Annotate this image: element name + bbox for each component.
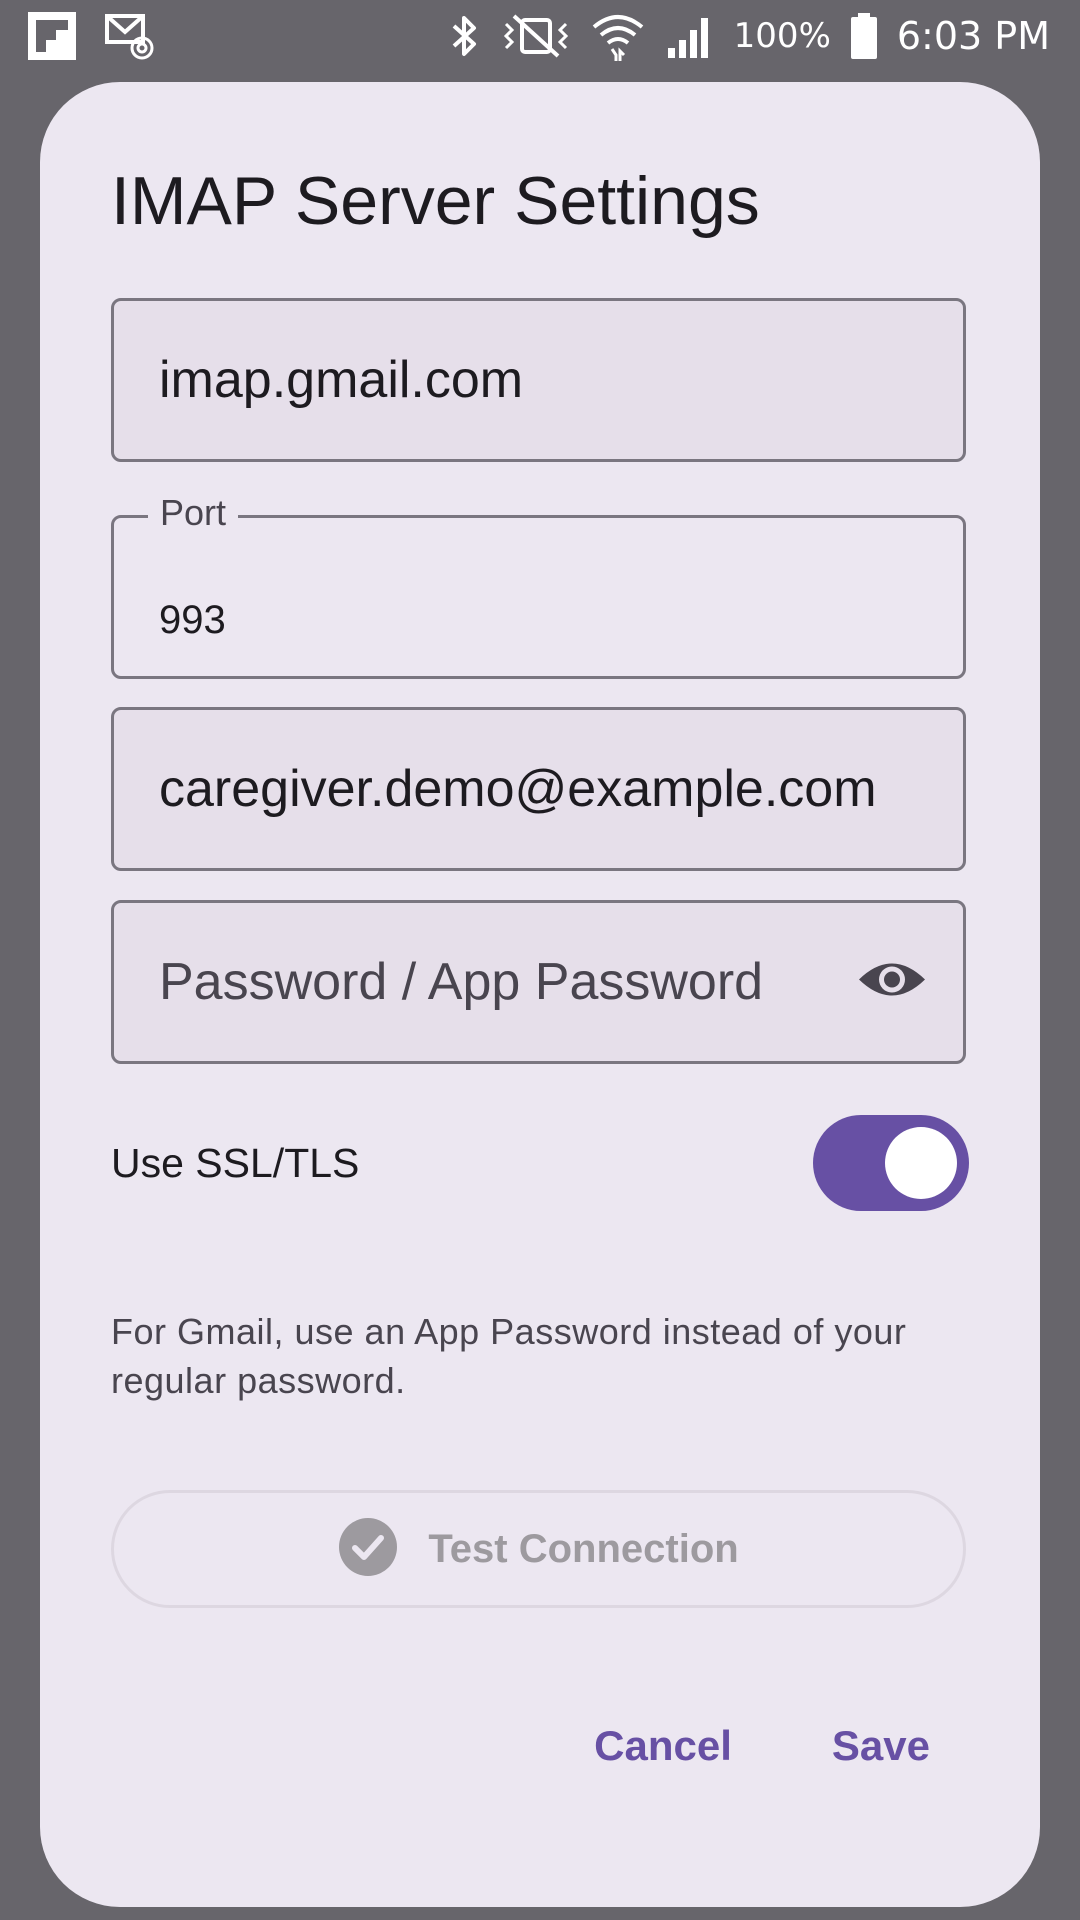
wifi-icon [590, 11, 646, 61]
gmail-hint: For Gmail, use an App Password instead o… [111, 1311, 907, 1401]
toggle-knob [885, 1127, 957, 1199]
port-field-value: 993 [159, 598, 226, 642]
username-field[interactable]: caregiver.demo@example.com [111, 707, 966, 871]
save-button[interactable]: Save [832, 1722, 930, 1770]
vibrate-muted-icon [500, 12, 572, 60]
dialog-title: IMAP Server Settings [111, 163, 760, 239]
email-at-icon [104, 10, 156, 62]
test-connection-label: Test Connection [428, 1526, 739, 1571]
battery-icon [849, 11, 879, 61]
cancel-button[interactable]: Cancel [594, 1722, 732, 1770]
username-field-value: caregiver.demo@example.com [159, 760, 877, 818]
password-field-placeholder: Password / App Password [159, 953, 764, 1011]
eye-icon[interactable] [857, 956, 927, 1009]
status-bar: 100% 6:03 PM [0, 0, 1080, 72]
signal-icon [664, 12, 716, 60]
imap-settings-dialog: IMAP Server Settings imap.gmail.com Port… [40, 82, 1040, 1907]
flipboard-icon [26, 10, 78, 62]
password-field[interactable]: Password / App Password [111, 900, 966, 1064]
ssl-toggle-label: Use SSL/TLS [111, 1140, 360, 1186]
ssl-toggle[interactable] [813, 1115, 969, 1211]
dialog-actions: Cancel Save [594, 1722, 930, 1770]
server-field-value: imap.gmail.com [159, 351, 524, 409]
port-field-label: Port [148, 492, 239, 534]
server-field[interactable]: imap.gmail.com [111, 298, 966, 462]
check-circle-icon [338, 1517, 398, 1582]
test-connection-button[interactable]: Test Connection [111, 1490, 966, 1608]
bluetooth-icon [448, 12, 482, 60]
port-field[interactable]: Port 993 [111, 492, 966, 679]
clock: 6:03 PM [896, 14, 1050, 58]
battery-percent: 100% [733, 16, 831, 56]
